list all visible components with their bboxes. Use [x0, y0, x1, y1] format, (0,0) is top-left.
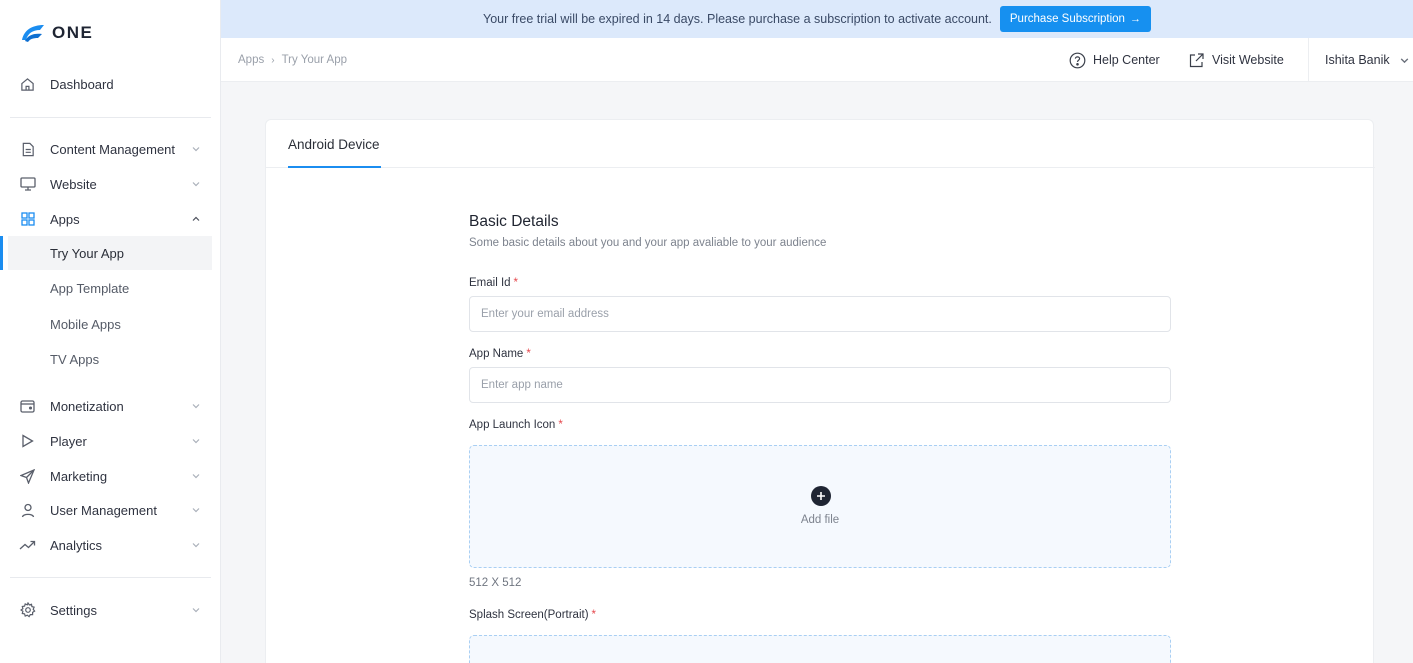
sidebar-item-marketing[interactable]: Marketing [0, 459, 212, 493]
sidebar-item-label: Content Management [50, 141, 176, 157]
launch-icon-label: App Launch Icon * [469, 419, 563, 431]
sidebar-item-label: Player [50, 433, 87, 449]
chevron-down-icon [190, 470, 202, 482]
required-mark: * [558, 419, 563, 431]
monitor-icon [19, 176, 36, 193]
breadcrumb: Apps › Try Your App [238, 38, 347, 82]
sidebar-subitem-app-template[interactable]: App Template [8, 271, 212, 305]
sidebar-item-website[interactable]: Website [0, 167, 212, 201]
user-name: Ishita Banik [1325, 53, 1390, 67]
breadcrumb-item-current: Try Your App [281, 54, 347, 66]
add-circle-icon [811, 486, 831, 506]
sidebar-item-settings[interactable]: Settings [0, 593, 212, 627]
chevron-down-icon [190, 435, 202, 447]
required-mark: * [513, 277, 519, 289]
email-label: Email Id * [469, 277, 518, 289]
email-label-text: Email Id [469, 277, 511, 289]
sidebar-item-label: Monetization [50, 398, 124, 414]
sidebar-item-label: Analytics [50, 537, 103, 553]
logo-icon [22, 25, 44, 42]
sidebar-item-analytics[interactable]: Analytics [0, 528, 212, 562]
sidebar-item-user-management[interactable]: User Management [0, 493, 212, 527]
top-header: Apps › Try Your App Help Center Visit We… [221, 38, 1413, 82]
sidebar-divider [10, 117, 211, 118]
header-divider [1308, 38, 1309, 82]
required-mark: * [526, 348, 531, 360]
chevron-down-icon [190, 400, 202, 412]
arrow-right-icon: → [1129, 13, 1141, 25]
app-form-card: Android Device Basic Details Some basic … [265, 119, 1375, 663]
chevron-down-icon [1400, 57, 1408, 63]
play-icon [19, 433, 36, 450]
chevron-up-icon [190, 213, 202, 225]
sidebar: ONE Dashboard Content Management Website… [0, 0, 221, 663]
section-title: Basic Details [469, 213, 559, 230]
chevron-right-icon: › [271, 54, 275, 66]
section-subtitle: Some basic details about you and your ap… [469, 237, 827, 249]
sidebar-subitem-tv-apps[interactable]: TV Apps [8, 342, 212, 376]
sidebar-divider [10, 577, 211, 578]
brand-name: ONE [52, 23, 94, 42]
button-label: Purchase Subscription [1009, 13, 1125, 25]
launch-icon-label-text: App Launch Icon [469, 419, 556, 431]
chevron-down-icon [190, 178, 202, 190]
trend-up-icon [19, 537, 36, 554]
help-center-link[interactable]: Help Center [1069, 38, 1160, 82]
sidebar-item-content-management[interactable]: Content Management [0, 132, 212, 166]
app-name-label-text: App Name [469, 348, 524, 360]
breadcrumb-item-apps[interactable]: Apps [238, 54, 264, 66]
tab-android-device[interactable]: Android Device [288, 120, 380, 168]
splash-portrait-label: Splash Screen(Portrait) * [469, 609, 596, 621]
external-link-icon [1189, 52, 1204, 67]
sidebar-item-label: Try Your App [50, 245, 124, 261]
sidebar-item-player[interactable]: Player [0, 424, 212, 458]
sidebar-subitem-try-your-app[interactable]: Try Your App [8, 236, 212, 270]
home-icon [19, 76, 36, 93]
user-menu[interactable]: Ishita Banik [1325, 38, 1410, 82]
size-hint: 512 X 512 [469, 577, 522, 589]
user-icon [19, 502, 36, 519]
sidebar-item-label: User Management [50, 502, 157, 518]
help-center-label: Help Center [1093, 53, 1160, 67]
sidebar-item-monetization[interactable]: Monetization [0, 389, 212, 423]
trial-banner: Your free trial will be expired in 14 da… [221, 0, 1413, 38]
sidebar-item-label: Mobile Apps [50, 316, 121, 332]
sidebar-item-label: TV Apps [50, 351, 100, 367]
add-file-label: Add file [800, 514, 840, 526]
chevron-down-icon [190, 604, 202, 616]
launch-icon-dropzone[interactable]: Add file [469, 445, 1171, 568]
sidebar-item-label: App Template [50, 280, 130, 296]
visit-website-label: Visit Website [1212, 53, 1284, 67]
splash-portrait-label-text: Splash Screen(Portrait) [469, 609, 589, 621]
email-field[interactable] [469, 296, 1171, 332]
brand-logo[interactable]: ONE [20, 20, 93, 46]
purchase-subscription-button[interactable]: Purchase Subscription → [999, 6, 1151, 32]
required-mark: * [591, 609, 597, 621]
grid-icon [19, 211, 36, 228]
send-icon [19, 468, 36, 485]
sidebar-item-apps[interactable]: Apps [0, 202, 212, 236]
app-name-label: App Name * [469, 348, 531, 360]
sidebar-item-dashboard[interactable]: Dashboard [0, 67, 212, 101]
device-tabs: Android Device [266, 120, 1375, 168]
sidebar-subitem-mobile-apps[interactable]: Mobile Apps [8, 307, 212, 341]
sidebar-item-label: Dashboard [50, 76, 114, 92]
chevron-down-icon [190, 143, 202, 155]
sidebar-item-label: Website [50, 176, 97, 192]
sidebar-item-label: Apps [50, 211, 80, 227]
splash-portrait-dropzone[interactable] [469, 635, 1171, 663]
help-circle-icon [1069, 52, 1086, 68]
visit-website-link[interactable]: Visit Website [1188, 38, 1284, 82]
active-tab-indicator [288, 166, 381, 168]
document-icon [19, 141, 36, 158]
sidebar-item-label: Settings [50, 602, 97, 618]
active-indicator [0, 236, 3, 270]
chevron-down-icon [190, 504, 202, 516]
chevron-down-icon [190, 539, 202, 551]
wallet-icon [19, 398, 36, 415]
app-name-field[interactable] [469, 367, 1171, 403]
banner-message: Your free trial will be expired in 14 da… [483, 12, 992, 26]
gear-icon [19, 602, 36, 619]
sidebar-item-label: Marketing [50, 468, 108, 484]
